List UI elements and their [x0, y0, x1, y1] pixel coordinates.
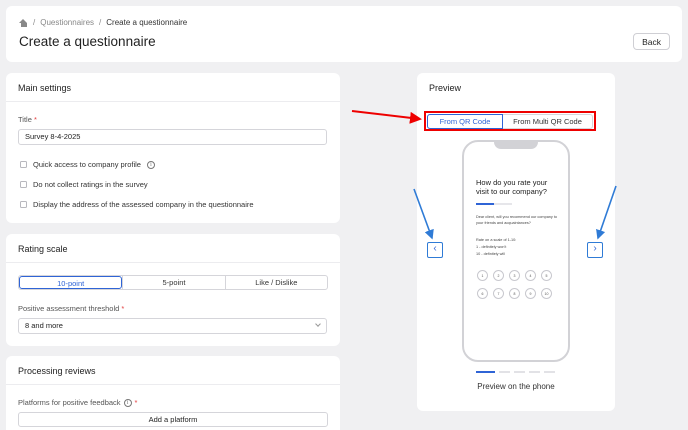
scale-option-5-point[interactable]: 5-point: [122, 276, 224, 289]
rating-row-2: 6 7 8 9 10: [477, 288, 552, 299]
rating-option[interactable]: 4: [525, 270, 536, 281]
phone-notch: [494, 140, 538, 149]
chevron-right-icon[interactable]: ›: [587, 242, 603, 258]
breadcrumb-separator: /: [99, 18, 102, 27]
no-ratings-checkbox-row[interactable]: Do not collect ratings in the survey: [20, 180, 148, 189]
red-arrow: [351, 110, 422, 124]
breadcrumb-current: Create a questionnaire: [106, 18, 188, 27]
rating-option[interactable]: 6: [477, 288, 488, 299]
phone-preview: How do you rate your visit to our compan…: [462, 140, 570, 362]
threshold-select[interactable]: 8 and more: [18, 318, 327, 334]
pagination-dot-active[interactable]: [476, 371, 495, 373]
preview-scale-line3: 10 - definitely will: [476, 252, 505, 256]
title-input[interactable]: Survey 8-4-2025: [18, 129, 327, 145]
preview-card: Preview From QR Code From Multi QR Code …: [417, 73, 615, 411]
checkbox[interactable]: [20, 161, 27, 168]
rating-scale-card: Rating scale 10-point 5-point Like / Dis…: [6, 234, 340, 346]
breadcrumb-questionnaires[interactable]: Questionnaires: [40, 18, 94, 27]
progress-fill: [476, 203, 494, 205]
card-title: Processing reviews: [18, 366, 96, 376]
scale-option-10-point[interactable]: 10-point: [19, 276, 123, 289]
threshold-value: 8 and more: [25, 321, 63, 330]
rating-option[interactable]: 2: [493, 270, 504, 281]
display-address-checkbox-row[interactable]: Display the address of the assessed comp…: [20, 200, 254, 209]
card-title: Preview: [429, 83, 462, 93]
checkbox-label: Quick access to company profile: [33, 160, 141, 169]
rating-row-1: 1 2 3 4 5: [477, 270, 552, 281]
checkbox[interactable]: [20, 201, 27, 208]
rating-scale-selector: 10-point 5-point Like / Dislike: [18, 275, 328, 290]
pagination-dot[interactable]: [544, 371, 555, 373]
title-label: Title *: [18, 115, 37, 124]
chevron-down-icon: [315, 321, 321, 327]
checkbox-label: Do not collect ratings in the survey: [33, 180, 148, 189]
threshold-label: Positive assessment threshold *: [18, 304, 125, 313]
breadcrumb-separator: /: [33, 18, 36, 27]
pagination-dot[interactable]: [514, 371, 525, 373]
main-settings-card: Main settings Title * Survey 8-4-2025 Qu…: [6, 73, 340, 223]
rating-option[interactable]: 10: [541, 288, 552, 299]
breadcrumb: / Questionnaires / Create a questionnair…: [19, 18, 187, 27]
scale-option-like-dislike[interactable]: Like / Dislike: [224, 276, 327, 289]
home-icon[interactable]: [19, 18, 28, 27]
info-icon[interactable]: i: [123, 398, 132, 407]
preview-intro: Dear client, will you recommend our comp…: [476, 215, 558, 225]
annotation-highlight-box: [424, 111, 596, 131]
rating-option[interactable]: 8: [509, 288, 520, 299]
rating-option[interactable]: 7: [493, 288, 504, 299]
card-title: Main settings: [18, 83, 72, 93]
card-title: Rating scale: [18, 244, 68, 254]
platforms-label: Platforms for positive feedback i *: [18, 398, 138, 407]
rating-option[interactable]: 9: [525, 288, 536, 299]
info-icon[interactable]: i: [146, 160, 155, 169]
chevron-left-icon[interactable]: ‹: [427, 242, 443, 258]
checkbox-label: Display the address of the assessed comp…: [33, 200, 254, 209]
back-button[interactable]: Back: [633, 33, 670, 50]
rating-option[interactable]: 3: [509, 270, 520, 281]
preview-question: How do you rate your visit to our compan…: [476, 178, 548, 196]
add-platform-button[interactable]: Add a platform: [18, 412, 328, 427]
preview-scale-line2: 1 - definitely won't: [476, 245, 507, 249]
quick-access-checkbox-row[interactable]: Quick access to company profile i: [20, 160, 155, 169]
divider: [6, 384, 340, 385]
processing-reviews-card: Processing reviews Platforms for positiv…: [6, 356, 340, 430]
preview-scale-line1: Rate on a scale of 1-10:: [476, 238, 517, 242]
pagination-dot[interactable]: [529, 371, 540, 373]
preview-caption: Preview on the phone: [477, 382, 555, 391]
rating-option[interactable]: 1: [477, 270, 488, 281]
rating-option[interactable]: 5: [541, 270, 552, 281]
preview-pagination: [476, 371, 555, 373]
checkbox[interactable]: [20, 181, 27, 188]
divider: [6, 101, 340, 102]
page-header: / Questionnaires / Create a questionnair…: [6, 6, 682, 62]
divider: [6, 262, 340, 263]
pagination-dot[interactable]: [499, 371, 510, 373]
page-title: Create a questionnaire: [19, 34, 156, 49]
